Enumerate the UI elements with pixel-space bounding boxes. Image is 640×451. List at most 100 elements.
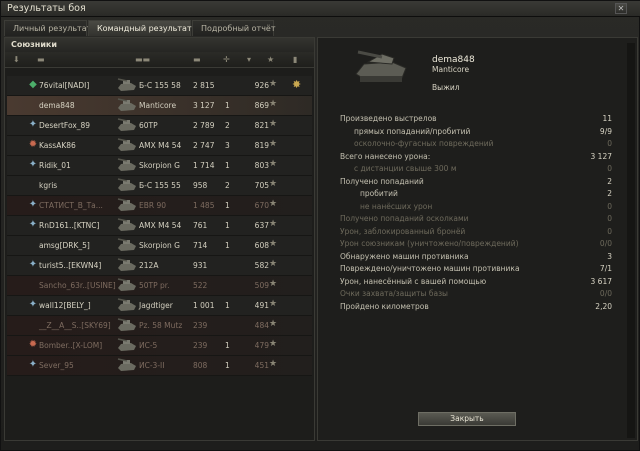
player-name-cell: amsg[DRK_5]: [39, 241, 90, 250]
clan-badge-star-icon: ✦: [28, 159, 38, 170]
stat-row: Пройдено километров 2,20: [340, 302, 612, 313]
stat-label: Повреждено/уничтожено машин противника: [340, 264, 520, 273]
clan-badge-star-icon: ✦: [28, 199, 38, 210]
clan-badge-red-icon: ✹: [28, 139, 38, 150]
right-scrollbar[interactable]: [627, 43, 635, 438]
kills-sort-icon[interactable]: ✛: [223, 55, 230, 64]
player-name-cell: DesertFox_89: [39, 121, 91, 130]
tab-personal-result[interactable]: Личный результат: [4, 20, 91, 36]
player-row[interactable]: ✦ Ridik_01 Skorpion G 1 714 1 803 ★: [7, 156, 312, 176]
tank-name-cell: Manticore: [139, 101, 177, 110]
stat-value: 11: [602, 114, 612, 123]
close-window-icon[interactable]: ✕: [615, 3, 627, 14]
star-sort-icon[interactable]: ★: [267, 55, 274, 64]
tank-portrait-icon: [355, 50, 407, 82]
xp-cell: 869: [254, 101, 269, 110]
damage-cell: 714: [193, 241, 208, 250]
medal-icon: ✸: [292, 78, 302, 91]
player-row[interactable]: ✦ DesertFox_89 60TP 2 789 2 821 ★: [7, 116, 312, 136]
tank-icon: [117, 97, 137, 114]
tank-icon: [117, 317, 137, 334]
xp-cell: 821: [254, 121, 269, 130]
battle-results-window: Результаты боя ✕ Личный результат Команд…: [0, 0, 640, 451]
player-row[interactable]: ◆ 76vital[NADI] Б-С 155 58 2 815 926 ★ ✸: [7, 76, 312, 96]
tank-name-cell: ИС-5: [139, 341, 158, 350]
damage-cell: 958: [193, 181, 208, 190]
tank-icon: [117, 117, 137, 134]
player-row[interactable]: ✦ turist5..[EKWN4] 212A 931 582 ★: [7, 256, 312, 276]
player-row[interactable]: ✦ Sever_95 ИС-3-II 808 1 451 ★: [7, 356, 312, 376]
squad-sort-icon[interactable]: ⬇: [13, 55, 20, 64]
damage-sort-icon[interactable]: ▬: [193, 55, 201, 64]
kills-cell: 3: [225, 141, 230, 150]
player-row[interactable]: ✹ KassAK86 AMX M4 54 2 747 3 819 ★: [7, 136, 312, 156]
player-name-cell: Bomber..[X-LOM]: [39, 341, 103, 350]
stat-row: осколочно-фугасных повреждений 0: [340, 139, 612, 150]
tab-detailed-report[interactable]: Подробный отчёт: [192, 20, 276, 36]
stat-row: Получено попаданий осколками 0: [340, 214, 612, 225]
stat-label: Произведено выстрелов: [340, 114, 437, 123]
tank-name-cell: AMX M4 54: [139, 141, 182, 150]
xp-cell: 803: [254, 161, 269, 170]
stat-row: Очки захвата/защиты базы 0/0: [340, 289, 612, 300]
clan-badge-red-icon: ✹: [28, 339, 38, 350]
stat-label: Урон, заблокированный бронёй: [340, 226, 466, 236]
title-bar: Результаты боя ✕: [1, 1, 640, 17]
player-row[interactable]: dema848 Manticore 3 127 1 869 ★: [7, 96, 312, 116]
stat-label: осколочно-фугасных повреждений: [354, 139, 494, 148]
player-row[interactable]: Sancho_63r..[USINE] 50TP pr. 522 509 ★: [7, 276, 312, 296]
tank-icon: [117, 177, 137, 194]
tank-name-cell: ИС-3-II: [139, 361, 165, 370]
player-row[interactable]: ✹ Bomber..[X-LOM] ИС-5 239 1 479 ★: [7, 336, 312, 356]
stat-label: прямых попаданий/пробитий: [354, 126, 471, 136]
stat-row: Произведено выстрелов 11: [340, 114, 612, 125]
stat-row: Урон, заблокированный бронёй 0: [340, 227, 612, 238]
stat-row: Обнаружено машин противника 3: [340, 252, 612, 263]
medal-sort-icon[interactable]: ▮: [293, 55, 297, 64]
tank-icon: [117, 357, 137, 374]
stat-value: 3 617: [590, 276, 612, 286]
player-row[interactable]: amsg[DRK_5] Skorpion G 714 1 608 ★: [7, 236, 312, 256]
player-row[interactable]: __Z__A__S..[SKY69] Pz. 58 Mutz 239 484 ★: [7, 316, 312, 336]
stat-label: Получено попаданий осколками: [340, 214, 469, 223]
player-name-cell: 76vital[NADI]: [39, 81, 90, 90]
tab-team-result[interactable]: Командный результат: [88, 20, 192, 36]
player-row[interactable]: ✦ RnD161..[KTNC] AMX M4 54 761 1 637 ★: [7, 216, 312, 236]
player-tank: Manticore: [432, 65, 470, 74]
tank-icon: [117, 157, 137, 174]
star-icon: ★: [269, 179, 278, 189]
player-name-cell: kgris: [39, 181, 58, 190]
player-name-cell: RnD161..[KTNC]: [39, 221, 100, 230]
player-row[interactable]: kgris Б-С 155 55 958 2 705 ★: [7, 176, 312, 196]
stat-value: 9/9: [599, 126, 612, 136]
stat-row: Урон союзникам (уничтожено/повреждений) 0…: [340, 239, 612, 250]
allies-header: Союзники: [5, 38, 314, 52]
star-icon: ★: [269, 279, 278, 289]
xp-sort-icon[interactable]: ▾: [247, 55, 251, 64]
stat-label: Получено попаданий: [340, 176, 424, 186]
star-icon: ★: [269, 219, 278, 229]
stat-value: 0: [607, 201, 612, 211]
stat-row: прямых попаданий/пробитий 9/9: [340, 127, 612, 138]
player-row[interactable]: ✦ wall12[BELY_] Jagdtiger 1 001 1 491 ★: [7, 296, 312, 316]
stat-value: 0: [607, 214, 612, 223]
kills-cell: 1: [225, 341, 230, 350]
stat-row: Получено попаданий 2: [340, 177, 612, 188]
star-icon: ★: [269, 319, 278, 329]
stat-row: не нанёсших урон 0: [340, 202, 612, 213]
star-icon: ★: [269, 159, 278, 169]
kills-cell: 2: [225, 181, 230, 190]
stat-label: Пройдено километров: [340, 301, 429, 311]
damage-cell: 2 815: [193, 81, 215, 90]
stat-label: Урон, нанесённый с вашей помощью: [340, 276, 487, 286]
player-sort-icon[interactable]: ▬: [37, 55, 45, 64]
kills-cell: 2: [225, 121, 230, 130]
star-icon: ★: [269, 99, 278, 109]
tank-name-cell: AMX M4 54: [139, 221, 182, 230]
player-name-cell: Sever_95: [39, 361, 74, 370]
close-button[interactable]: Закрыть: [418, 412, 516, 426]
player-row[interactable]: ✦ СТАТИСТ_В_Та... EBR 90 1 485 1 670 ★: [7, 196, 312, 216]
damage-cell: 522: [193, 281, 208, 290]
stat-label: Обнаружено машин противника: [340, 251, 469, 261]
tank-sort-icon[interactable]: ▬▬: [135, 55, 150, 64]
